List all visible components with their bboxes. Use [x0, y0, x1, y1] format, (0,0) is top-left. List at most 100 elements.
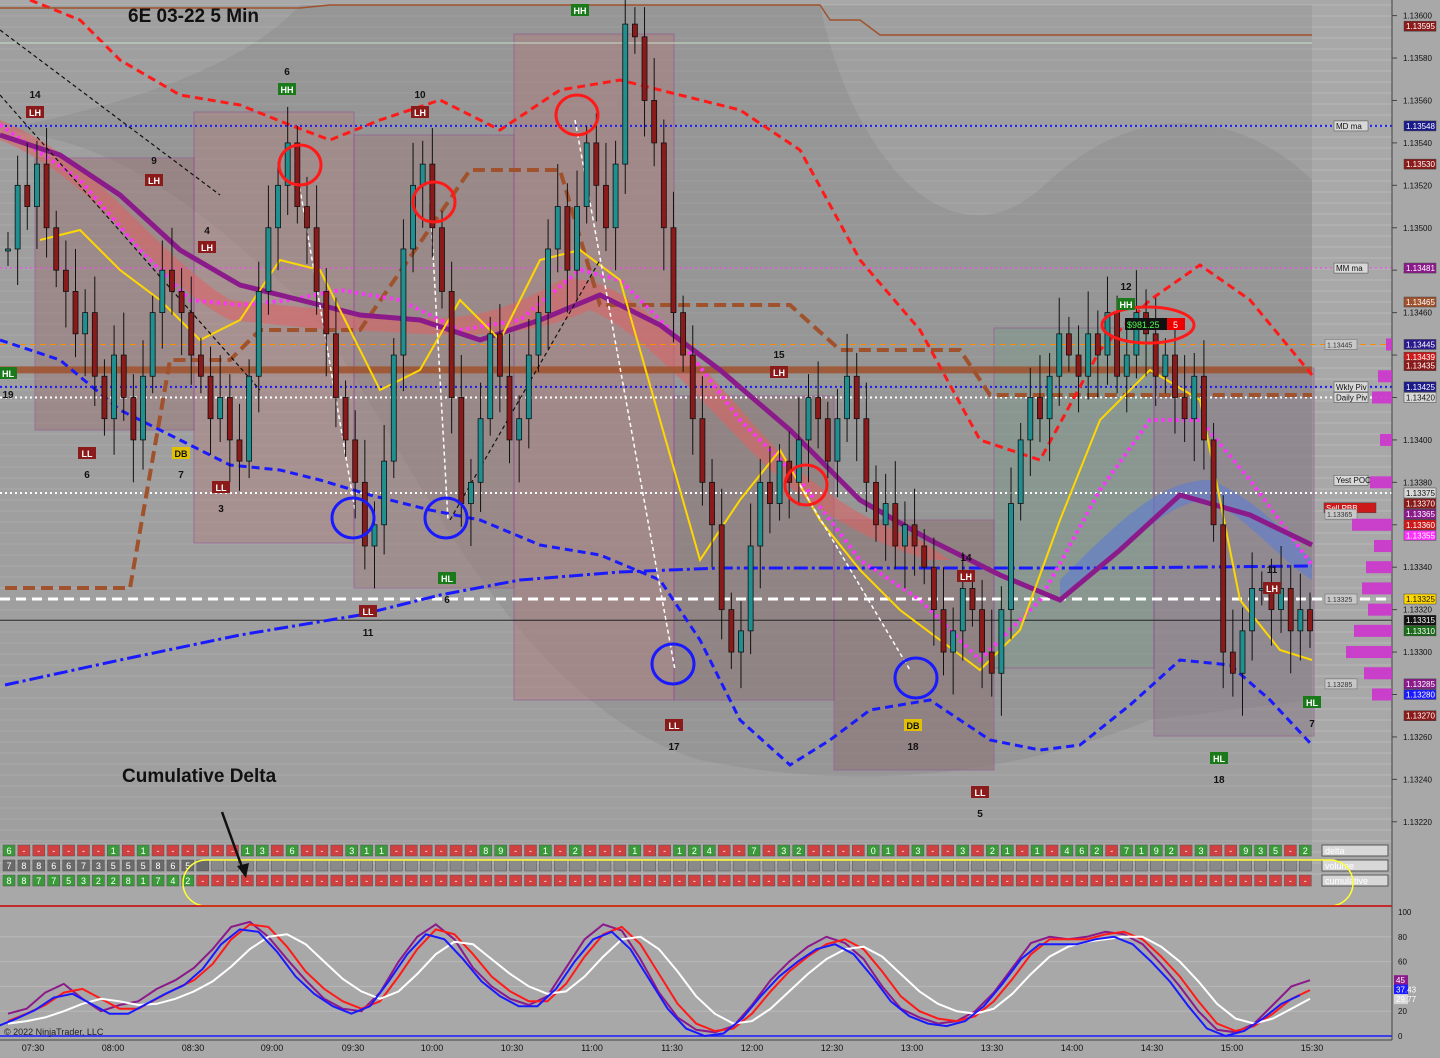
candle-body — [226, 397, 233, 441]
price-label: 1.13325 — [1406, 595, 1435, 604]
delta-value: 5 — [1273, 846, 1278, 856]
delta-value: - — [663, 876, 666, 886]
candle-body — [709, 481, 715, 526]
delta-value: - — [767, 846, 770, 856]
delta-value: - — [559, 846, 562, 856]
delta-value: - — [1185, 876, 1188, 886]
delta-value: - — [1259, 876, 1262, 886]
candle-body — [82, 312, 89, 335]
y-tick-label: 1.13560 — [1403, 96, 1432, 105]
candle-body — [323, 291, 330, 335]
delta-value: - — [37, 846, 40, 856]
osc-tick: 100 — [1398, 908, 1412, 917]
swing-count: 6 — [284, 67, 290, 78]
delta-value: - — [440, 846, 443, 856]
candle-body — [1094, 333, 1101, 356]
swing-count: 18 — [1213, 775, 1225, 786]
candle — [246, 359, 253, 479]
candle-body — [631, 23, 638, 38]
price-label: 1.13481 — [1406, 264, 1435, 273]
candle — [1210, 422, 1217, 542]
candle-body — [304, 206, 310, 229]
x-tick-label: 09:00 — [261, 1043, 284, 1053]
delta-value: 4 — [1064, 846, 1069, 856]
delta-value: 1 — [245, 846, 250, 856]
trade-qty: 5 — [1173, 320, 1178, 330]
delta-value: - — [186, 846, 189, 856]
candle-body — [1152, 333, 1159, 377]
swing-tag: LL — [216, 483, 227, 493]
swing-tag: LH — [773, 368, 785, 378]
swing-count: 4 — [204, 226, 210, 237]
delta-value: - — [767, 876, 770, 886]
delta-value: - — [857, 876, 860, 886]
y-tick-label: 1.13600 — [1403, 12, 1432, 21]
candle-body — [352, 439, 359, 483]
candle-body — [525, 354, 532, 420]
osc-value: 37.43 — [1396, 986, 1417, 995]
candle-body — [670, 227, 677, 314]
delta-cell — [1194, 859, 1208, 872]
candle-body — [1017, 439, 1024, 504]
candle-body — [728, 609, 735, 653]
delta-value: - — [1274, 876, 1277, 886]
delta-value: - — [604, 846, 607, 856]
delta-cell — [792, 859, 805, 872]
y-tick-label: 1.13240 — [1403, 775, 1432, 784]
price-label: Daily Piv — [1336, 393, 1367, 402]
delta-value: 2 — [796, 846, 801, 856]
delta-value: 1 — [1035, 846, 1040, 856]
candle-body — [535, 312, 542, 356]
delta-cell — [986, 859, 999, 872]
delta-cell — [1150, 859, 1163, 872]
delta-cell — [479, 859, 493, 872]
delta-cell — [330, 859, 344, 872]
y-tick-label: 1.13340 — [1403, 563, 1432, 572]
candle-body — [805, 397, 812, 441]
swing-tag: LH — [29, 108, 41, 118]
delta-cell — [658, 859, 671, 872]
delta-value: 2 — [573, 846, 578, 856]
delta-value: 1 — [379, 846, 384, 856]
delta-value: - — [201, 876, 204, 886]
candle-body — [448, 291, 455, 398]
delta-value: 5 — [141, 861, 146, 871]
candle-body — [169, 269, 175, 292]
delta-value: 1 — [364, 846, 369, 856]
candle-body — [853, 375, 860, 420]
candle-body — [583, 142, 590, 207]
delta-cell — [1060, 859, 1074, 872]
candle-body — [506, 375, 513, 441]
swing-count: 17 — [668, 742, 680, 753]
cumulative-delta-annotation: Cumulative Delta — [122, 766, 277, 787]
delta-value: - — [931, 876, 934, 886]
delta-value: - — [902, 876, 905, 886]
candle-body — [246, 375, 253, 462]
delta-cell — [762, 859, 776, 872]
x-tick-label: 13:30 — [981, 1043, 1004, 1053]
delta-value: - — [22, 846, 25, 856]
x-tick-label: 12:00 — [741, 1043, 764, 1053]
delta-value: - — [1289, 876, 1292, 886]
delta-value: 3 — [915, 846, 920, 856]
delta-value: - — [469, 876, 472, 886]
candle-body — [988, 651, 995, 674]
volume-profile-bar — [1362, 582, 1392, 595]
delta-value: - — [410, 846, 413, 856]
price-chart[interactable]: $981.25 5LH14LH9LH4HH6LH10HHLH15LH14HH12L… — [0, 0, 1440, 1058]
candle-body — [873, 481, 879, 526]
delta-cell — [1045, 859, 1059, 872]
price-label: MD ma — [1336, 122, 1362, 131]
delta-value: 2 — [692, 846, 697, 856]
delta-cell — [866, 859, 880, 872]
delta-value: - — [1155, 876, 1158, 886]
candle-body — [400, 248, 407, 356]
delta-value: 2 — [1303, 846, 1308, 856]
candle-body — [699, 418, 706, 483]
x-tick-label: 13:00 — [901, 1043, 924, 1053]
x-tick-label: 08:00 — [102, 1043, 125, 1053]
delta-value: - — [1125, 876, 1128, 886]
delta-cell — [852, 859, 865, 872]
delta-value: - — [1036, 876, 1039, 886]
delta-value: - — [320, 846, 323, 856]
